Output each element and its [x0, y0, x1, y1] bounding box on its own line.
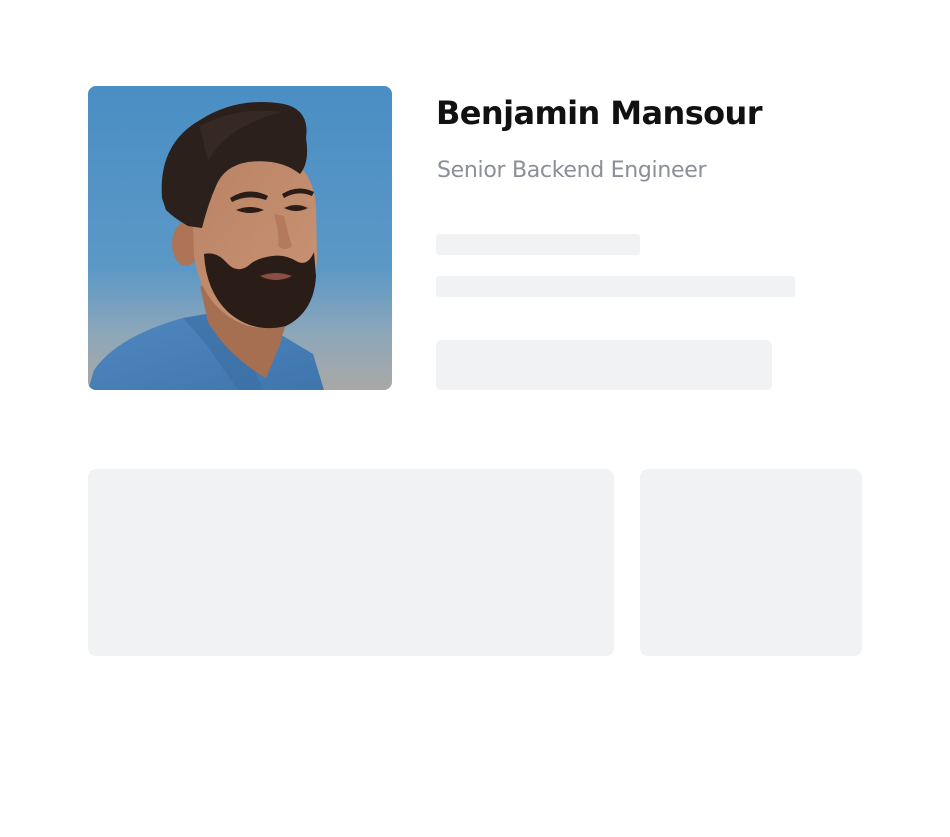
profile-name: Benjamin Mansour — [436, 94, 762, 132]
skeleton-card-side — [640, 469, 862, 656]
skeleton-line-short — [436, 234, 640, 255]
skeleton-card-main — [88, 469, 614, 656]
profile-photo-icon — [88, 86, 392, 390]
avatar — [88, 86, 392, 390]
skeleton-line-long — [436, 276, 795, 297]
profile-role: Senior Backend Engineer — [437, 158, 707, 183]
skeleton-button-placeholder — [436, 340, 772, 390]
